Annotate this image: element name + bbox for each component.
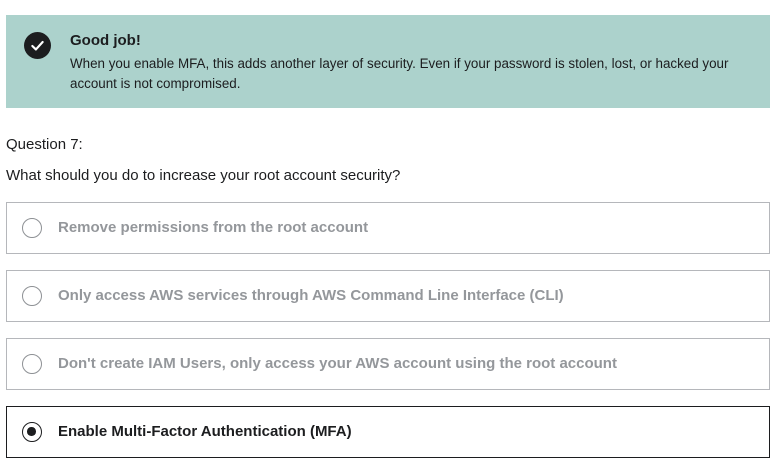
answer-option-label: Remove permissions from the root account	[58, 219, 369, 236]
radio-button-selected[interactable]	[22, 422, 42, 442]
question-number: Question 7:	[6, 136, 83, 153]
answer-option-4[interactable]: Enable Multi-Factor Authentication (MFA)	[6, 406, 770, 458]
radio-button[interactable]	[22, 354, 42, 374]
feedback-title: Good job!	[70, 32, 141, 49]
answer-option-label: Only access AWS services through AWS Com…	[58, 287, 564, 304]
answer-option-1[interactable]: Remove permissions from the root account	[6, 202, 770, 254]
answer-option-2[interactable]: Only access AWS services through AWS Com…	[6, 270, 770, 322]
check-circle-icon	[24, 32, 51, 59]
answer-option-label: Don't create IAM Users, only access your…	[58, 355, 617, 372]
correct-answer-banner: Good job! When you enable MFA, this adds…	[6, 15, 770, 108]
feedback-message: When you enable MFA, this adds another l…	[70, 56, 729, 91]
answer-option-3[interactable]: Don't create IAM Users, only access your…	[6, 338, 770, 390]
answer-option-label: Enable Multi-Factor Authentication (MFA)	[58, 423, 352, 440]
radio-button[interactable]	[22, 218, 42, 238]
question-prompt: What should you do to increase your root…	[6, 167, 401, 184]
radio-button[interactable]	[22, 286, 42, 306]
